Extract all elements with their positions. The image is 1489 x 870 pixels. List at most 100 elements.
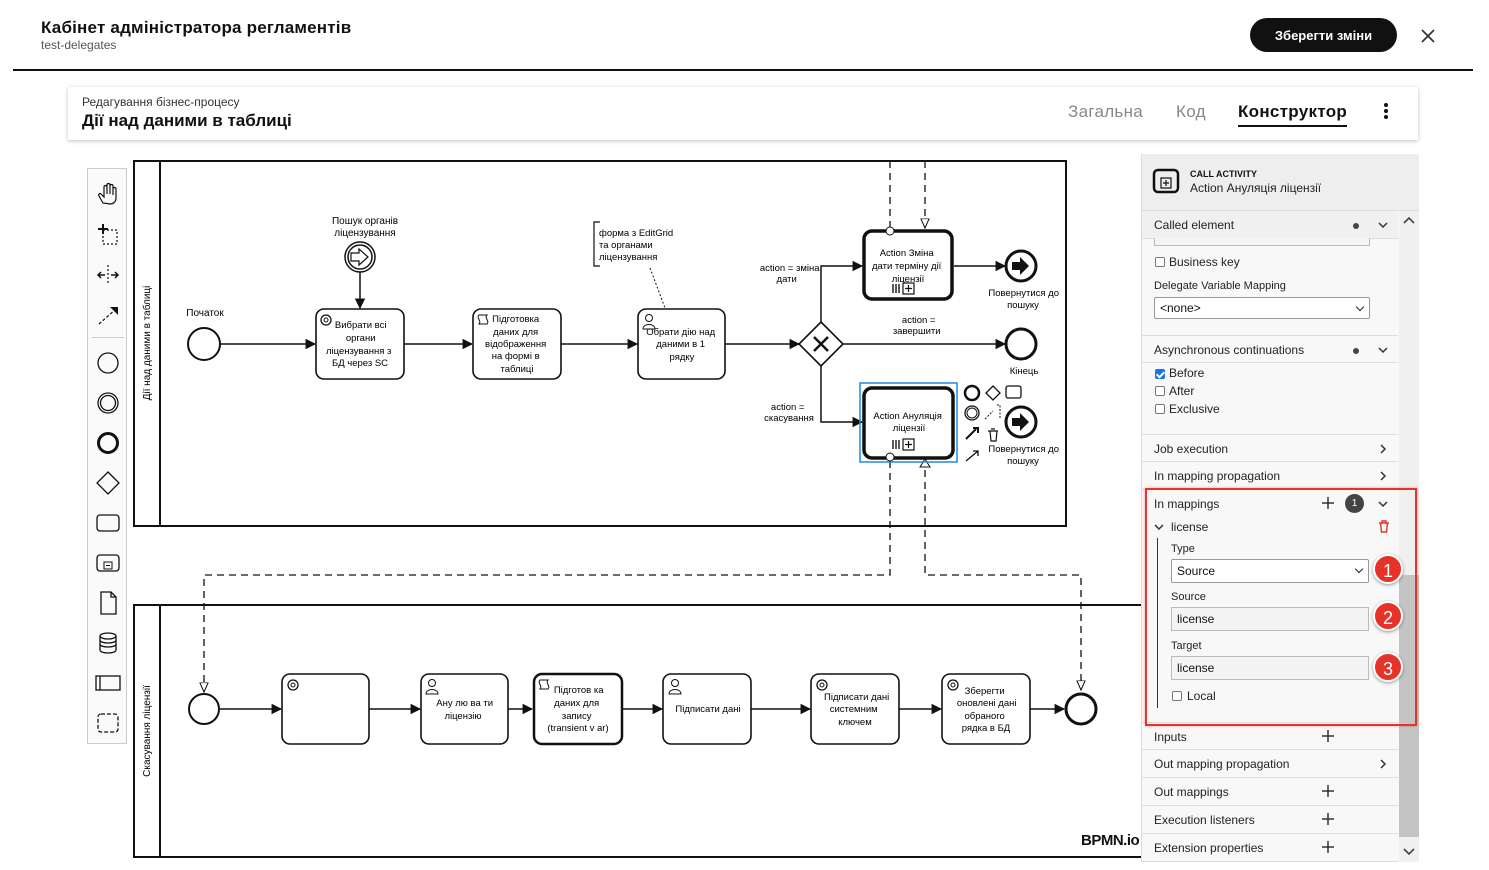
task-line: оновлені дані [957,698,1017,709]
after-checkbox[interactable] [1155,386,1165,396]
has-values-dot [1353,348,1359,354]
task-line: Підготовка [492,314,540,325]
end-event[interactable]: Кінець [1004,327,1038,377]
space-tool-icon[interactable] [94,261,122,289]
intermediate-event-icon[interactable] [94,389,122,417]
end-event-2[interactable] [1064,692,1098,726]
group-label: Execution listeners [1154,813,1255,827]
task-line: рядку [670,352,695,363]
task-prepare-data[interactable]: Підготовка даних для відображення на фор… [472,308,562,380]
callout-2: 2 [1373,601,1403,631]
chevron-right-icon[interactable] [1378,759,1388,769]
annotation-line: форма з EditGrid [599,228,673,239]
chevron-down-icon[interactable] [1378,345,1388,355]
task-line: таблиці [501,364,534,375]
task-line: системним [830,704,878,715]
task-annul-license[interactable]: Ану лю ва ти ліцензію [420,673,509,745]
task-line: даних для [493,327,538,338]
append-task-icon[interactable] [1005,385,1022,399]
call-activity-icon [1152,168,1180,194]
business-key-checkbox[interactable] [1155,257,1165,267]
connect-tool-icon[interactable] [94,301,122,329]
call-activity-change-date[interactable]: Action Зміна дати терміну дії ліцензії [862,226,954,301]
end-event-icon[interactable] [94,429,122,457]
task-line: Вибрати всі [335,320,387,331]
flow-label: action = зміна [760,263,820,274]
task-line: Обрати дію над [646,327,715,338]
call-activity-annul-license[interactable]: Action Ануляція ліцензії [859,382,958,463]
start-event-icon[interactable] [94,349,122,377]
add-icon[interactable] [1322,841,1334,853]
group-icon[interactable] [94,709,122,737]
chevron-right-icon[interactable] [1378,471,1388,481]
delegate-mapping-select[interactable]: <none> [1154,297,1370,319]
chevron-down-icon[interactable] [1378,220,1388,230]
task-line: ліцензію [444,711,481,722]
group-called-element[interactable]: Called element [1142,211,1398,239]
task-line: даними в 1 [656,339,705,350]
task-save-changes[interactable]: Зберегти оновлені дані обраного рядка в … [941,673,1031,745]
group-job-execution[interactable]: Job execution [1142,434,1398,462]
task-sign-data[interactable]: Підписати дані [662,673,752,745]
append-end-event-icon[interactable] [963,384,981,402]
lasso-tool-icon[interactable] [94,221,122,249]
exclusive-label: Exclusive [1169,402,1220,416]
group-inputs[interactable]: Inputs [1142,722,1398,750]
task-line: (transient v ar) [547,723,608,734]
start-event-label: Початок [186,308,224,319]
scroll-down-icon[interactable] [1403,847,1415,857]
group-out-mappings[interactable]: Out mappings [1142,778,1398,806]
group-label: Job execution [1154,442,1229,456]
group-label: Called element [1154,218,1235,232]
task-sign-system-key[interactable]: Підписати дані системним ключем [810,673,900,745]
element-name: Action Ануляція ліцензії [1190,181,1322,195]
annotation-line: та органами [599,240,653,251]
task-line: Action Ануляція [873,411,942,422]
add-icon[interactable] [1322,785,1334,797]
group-label: In mapping propagation [1154,469,1281,483]
pool-icon[interactable] [94,669,122,697]
task-prepare-write[interactable]: Підготов ка даних для запису (transient … [532,672,624,746]
before-label: Before [1169,366,1205,380]
data-store-icon[interactable] [94,629,122,657]
task-line: Ану лю ва ти [436,698,493,709]
gateway-icon[interactable] [94,469,122,497]
group-out-mapping-propagation[interactable]: Out mapping propagation [1142,750,1398,778]
group-execution-listeners[interactable]: Execution listeners [1142,806,1398,834]
task-line: ліцензії [893,423,926,434]
flow-label: action = [771,402,805,413]
task-line: органи [346,333,376,344]
flow-label: завершити [893,326,941,337]
task-select-orgs[interactable]: Вибрати всі органи ліцензування з БД чер… [315,308,405,380]
callout-1: 1 [1373,554,1403,584]
properties-header: CALL ACTIVITY Action Ануляція ліцензії [1142,154,1419,211]
hand-tool-icon[interactable] [94,181,122,209]
group-in-mapping-propagation[interactable]: In mapping propagation [1142,462,1398,490]
group-async-continuations[interactable]: Asynchronous continuations [1142,335,1398,363]
called-element-input-edge[interactable] [1154,238,1370,246]
add-icon[interactable] [1322,813,1334,825]
task-icon[interactable] [94,509,122,537]
end-label: Повернутися до [988,288,1059,299]
exclusive-checkbox[interactable] [1155,404,1165,414]
end-label: пошуку [1007,300,1039,311]
task-line: Зберегти [965,686,1005,697]
chevron-right-icon[interactable] [1378,444,1388,454]
before-checkbox[interactable] [1155,369,1165,379]
lane-2-label: Скасування ліцензії [142,685,153,777]
data-object-icon[interactable] [94,589,122,617]
bpmn-io-watermark[interactable]: BPMN.io [1081,832,1140,849]
subprocess-icon[interactable] [94,549,122,577]
add-icon[interactable] [1322,730,1334,742]
scroll-up-icon[interactable] [1403,215,1415,225]
collapsed-subprocess-icon [902,282,915,295]
annotation-line: ліцензування [599,252,657,263]
flow-label: дати [777,274,797,285]
task-choose-action[interactable]: Обрати дію над даними в 1 рядку [637,308,726,380]
end-label: пошуку [1007,456,1039,467]
group-extension-properties[interactable]: Extension properties [1142,834,1398,862]
start-event-2[interactable] [188,693,220,725]
task-line: Підписати дані [675,704,740,715]
group-label: Extension properties [1154,841,1264,855]
task-service-empty[interactable] [281,673,370,745]
